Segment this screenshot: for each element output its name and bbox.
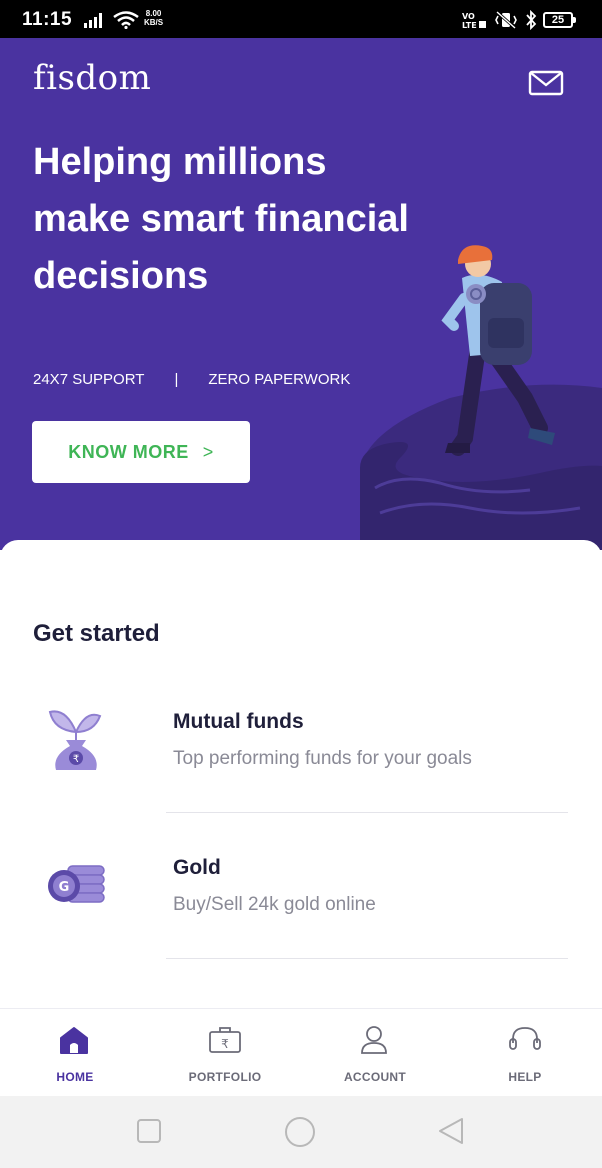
nav-account[interactable]: ACCOUNT [300,1009,450,1097]
volte-icon: VO LTE [462,12,486,29]
nav-label: PORTFOLIO [188,1070,262,1084]
user-icon [361,1026,387,1054]
tag-support: 24X7 SUPPORT [33,371,145,388]
svg-text:G: G [59,880,70,895]
back-icon[interactable] [436,1116,466,1146]
bluetooth-icon [526,10,537,30]
hiker-illustration [360,245,602,550]
system-nav-bar [0,1096,602,1168]
mail-icon[interactable] [528,70,564,96]
nav-home[interactable]: HOME [0,1009,150,1097]
hero-banner: fisdom Helping millions make smart finan… [0,38,602,550]
bottom-nav: HOME ₹ PORTFOLIO ACCOUNT HELP [0,1008,602,1096]
status-time: 11:15 [22,9,73,30]
signal-icon [84,13,102,28]
briefcase-icon: ₹ [209,1027,241,1053]
home-system-icon[interactable] [284,1116,316,1148]
product-mutual-funds[interactable]: ₹ Mutual funds Top performing funds for … [0,686,602,832]
app-logo: fisdom [33,58,152,98]
chevron-right-icon: > [202,441,214,462]
home-icon [60,1027,88,1054]
speed-value: 8.00 [145,9,162,18]
nav-portfolio[interactable]: ₹ PORTFOLIO [150,1009,300,1097]
svg-text:₹: ₹ [73,754,79,765]
tag-separator: | [174,371,179,388]
gold-coins-icon: G [48,865,105,903]
product-subtitle: Top performing funds for your goals [173,748,472,769]
divider [166,958,568,959]
money-bag-plant-icon: ₹ [48,710,102,770]
network-speed: 8.00 KB/S [144,9,163,27]
product-subtitle: Buy/Sell 24k gold online [173,894,376,915]
hero-tags: 24X7 SUPPORT | ZERO PAPERWORK [33,371,350,388]
wifi-icon [113,11,139,29]
divider [166,812,568,813]
status-bar: 11:15 8.00 KB/S VO LTE 25 [0,0,602,38]
vibrate-icon [495,11,517,29]
nav-label: HELP [508,1070,542,1084]
product-title: Gold [173,856,221,879]
product-title: Mutual funds [173,710,304,733]
get-started-sheet: Get started ₹ Mutual funds Top performin… [0,540,602,1010]
nav-label: HOME [56,1070,94,1084]
speed-unit: KB/S [144,18,164,27]
recents-icon[interactable] [136,1118,162,1144]
svg-text:VO: VO [462,12,475,21]
svg-text:LTE: LTE [462,21,477,29]
know-more-label: KNOW MORE [68,441,189,462]
nav-label: ACCOUNT [343,1070,407,1084]
know-more-button[interactable]: KNOW MORE > [32,421,250,483]
section-title: Get started [33,620,160,647]
svg-text:₹: ₹ [221,1037,229,1051]
product-gold[interactable]: G Gold Buy/Sell 24k gold online [0,832,602,978]
battery-indicator: 25 [543,12,576,28]
headset-icon [509,1027,541,1050]
nav-help[interactable]: HELP [450,1009,600,1097]
